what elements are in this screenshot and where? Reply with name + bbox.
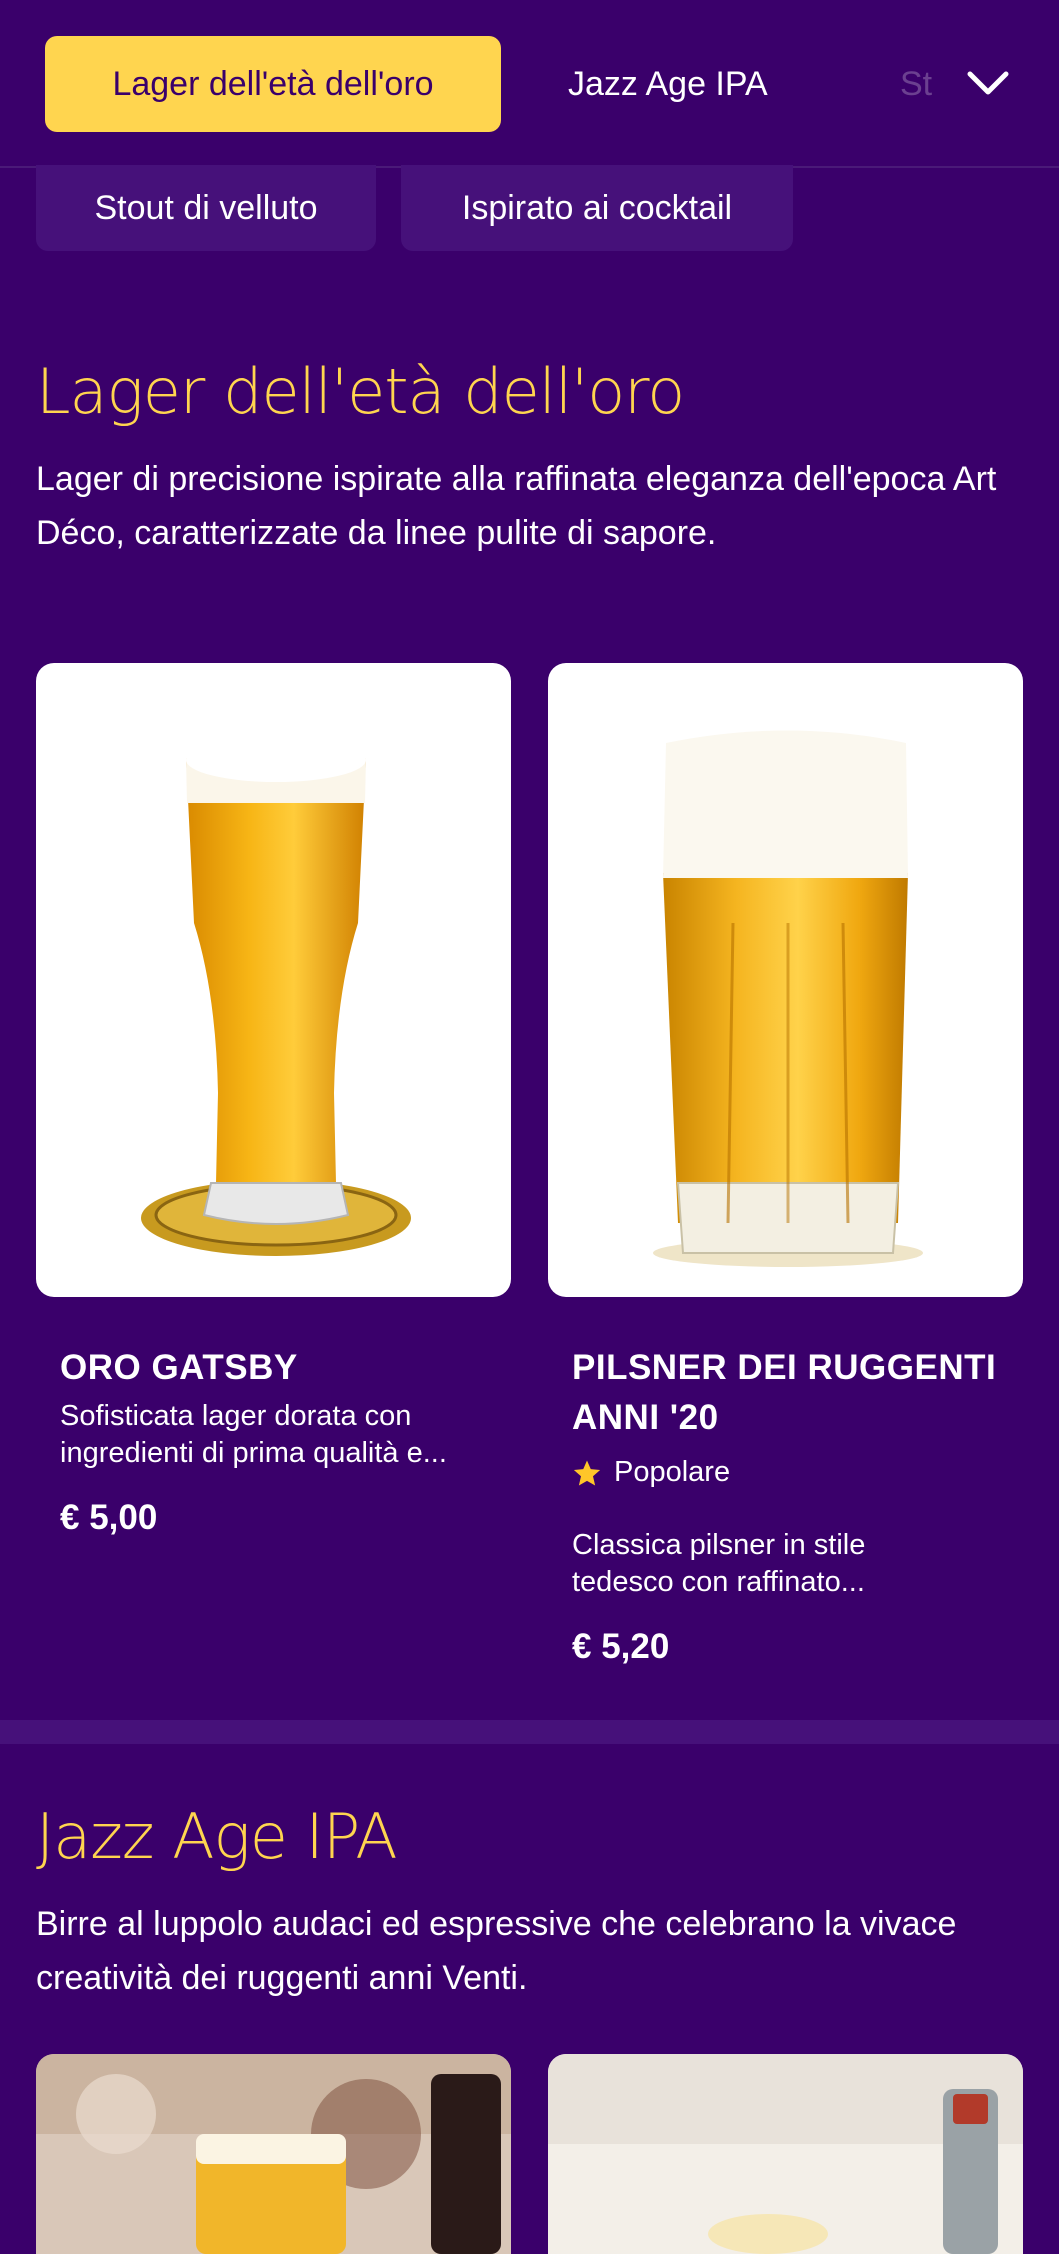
- tab-stout-partial[interactable]: St: [900, 36, 950, 132]
- product-price: € 5,20: [572, 1627, 670, 1666]
- chevron-down-icon[interactable]: [960, 56, 1016, 112]
- product-name: ORO GATSBY: [60, 1348, 298, 1387]
- product-image-ipa-2[interactable]: [548, 2054, 1023, 2254]
- tab-lager[interactable]: Lager dell'età dell'oro: [45, 36, 501, 132]
- product-description: Sofisticata lager dorata con ingredienti…: [60, 1400, 447, 1469]
- badge-label: Popolare: [614, 1456, 731, 1488]
- star-icon: [573, 1460, 601, 1485]
- section-title-jazz: Jazz Age IPA: [36, 1800, 398, 1873]
- category-nav: Lager dell'età dell'oro Jazz Age IPA St: [0, 0, 1059, 168]
- product-price: € 5,00: [60, 1498, 158, 1537]
- product-image-oro-gatsby[interactable]: [36, 663, 511, 1297]
- product-image-ipa-1[interactable]: [36, 2054, 511, 2254]
- tab-stout[interactable]: Stout di velluto: [36, 165, 376, 251]
- tab-cocktail[interactable]: Ispirato ai cocktail: [401, 165, 793, 251]
- product-description: Classica pilsner in stile tedesco con ra…: [572, 1529, 866, 1598]
- section-description-lager: Lager di precisione ispirate alla raffin…: [36, 460, 997, 552]
- product-image-pilsner[interactable]: [548, 663, 1023, 1297]
- tab-jazz-ipa[interactable]: Jazz Age IPA: [568, 36, 768, 132]
- section-description-jazz: Birre al luppolo audaci ed espressive ch…: [36, 1905, 957, 1997]
- product-name: PILSNER DEI RUGGENTI ANNI '20: [572, 1348, 997, 1437]
- section-divider: [0, 1720, 1059, 1744]
- popular-badge: Popolare: [572, 1456, 730, 1489]
- section-title-lager: Lager dell'età dell'oro: [36, 355, 685, 428]
